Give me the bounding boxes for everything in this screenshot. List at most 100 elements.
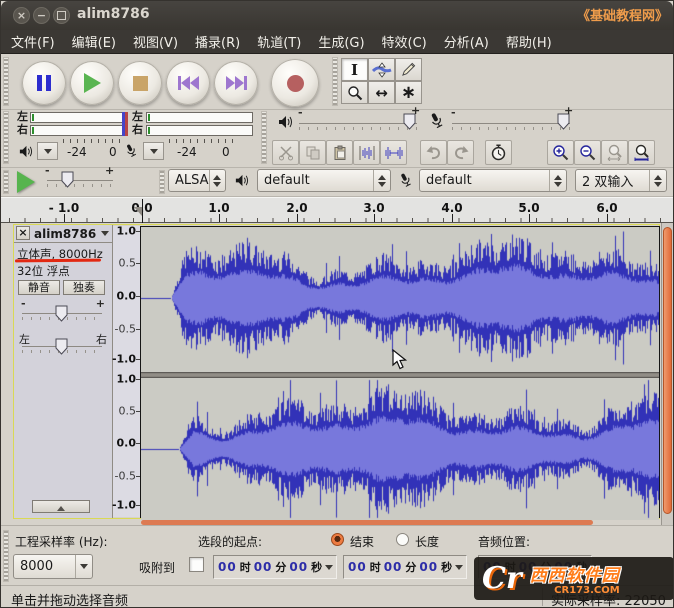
output-volume-slider-track[interactable]: [299, 123, 417, 130]
copy-button[interactable]: [299, 140, 326, 165]
menu-view[interactable]: 视图(V): [133, 32, 178, 51]
scale-label: 0.0: [117, 290, 137, 303]
watermark-site-url: CR173.COM: [530, 585, 620, 596]
scale-label: -1.0: [112, 499, 136, 512]
skip-to-start-button[interactable]: [166, 61, 210, 105]
scale-label: 0.0: [117, 437, 137, 450]
timeline-label: 5.0: [518, 201, 539, 215]
envelope-tool-button[interactable]: [368, 58, 395, 81]
zoom-out-button[interactable]: [574, 140, 601, 165]
meter-toolbar-grip[interactable]: [3, 111, 9, 164]
tools-toolbar-grip[interactable]: [332, 57, 338, 106]
multi-tool-button[interactable]: ∗: [395, 81, 422, 104]
undo-button[interactable]: [420, 140, 447, 165]
record-meter-dropdown-button[interactable]: [143, 142, 164, 160]
timeline-label: 1.0: [208, 201, 229, 215]
zoom-in-button[interactable]: [547, 140, 574, 165]
input-gain-min-label: -: [451, 108, 456, 117]
redo-button[interactable]: [447, 140, 474, 165]
time-shift-tool-button[interactable]: ↔: [368, 81, 395, 104]
record-meter-right-bar[interactable]: [146, 125, 253, 136]
play-meter-right-bar[interactable]: [30, 125, 123, 136]
menu-effect[interactable]: 特效(C): [382, 32, 427, 51]
zoom-in-icon: [552, 144, 569, 161]
track-close-button[interactable]: ×: [16, 226, 30, 240]
asterisk-icon: ∗: [401, 85, 416, 101]
stop-icon: [133, 76, 148, 91]
selection-end-field[interactable]: 00时 00分 00秒: [343, 555, 467, 579]
cut-button[interactable]: [272, 140, 299, 165]
vertical-scale-ruler[interactable]: 1.0 0.5 0.0 -0.5 -1.0 1.0 0.5 0.0 -0.5 -…: [113, 226, 140, 517]
brand-overlay-text: 《基础教程网》: [577, 5, 668, 24]
gain-slider-thumb[interactable]: [55, 305, 68, 322]
timeline-major-tick: [374, 214, 375, 222]
length-radio[interactable]: [396, 533, 409, 546]
play-at-speed-button[interactable]: [17, 171, 35, 193]
waveform-left-channel[interactable]: [141, 227, 659, 369]
skip-to-end-button[interactable]: [214, 61, 258, 105]
double-arrow-icon: ↔: [375, 84, 388, 102]
selection-start-field[interactable]: 00时 00分 00秒: [213, 555, 337, 579]
pause-button[interactable]: [22, 61, 66, 105]
play-button[interactable]: [70, 61, 114, 105]
waveform-right-channel[interactable]: [141, 378, 659, 520]
trim-audio-button[interactable]: [353, 140, 380, 165]
timeline-ruler[interactable]: - 1.0 0.0 1.0 2.0 3.0 4.0 5.0 6.0: [1, 197, 673, 223]
pan-slider-thumb[interactable]: [55, 338, 68, 355]
menu-analyze[interactable]: 分析(A): [444, 32, 489, 51]
record-meter-left-label: 左: [132, 111, 143, 123]
menu-file[interactable]: 文件(F): [11, 32, 55, 51]
speaker-icon: [18, 144, 33, 159]
audio-host-select[interactable]: ALSA: [168, 169, 226, 192]
menu-generate[interactable]: 生成(G): [318, 32, 364, 51]
end-radio[interactable]: [331, 533, 344, 546]
menu-transport[interactable]: 播录(R): [195, 32, 240, 51]
silence-audio-button[interactable]: [380, 140, 407, 165]
output-device-select[interactable]: default: [257, 169, 391, 192]
transport-toolbar-grip[interactable]: [3, 57, 9, 106]
play-meter-left-bar[interactable]: [30, 112, 123, 123]
selection-tool-button[interactable]: I: [341, 58, 368, 81]
solo-button[interactable]: 独奏: [63, 280, 105, 295]
vertical-scrollbar-thumb[interactable]: [663, 227, 672, 514]
chevron-down-icon[interactable]: [455, 565, 463, 570]
transcription-toolbar-grip[interactable]: [3, 170, 9, 194]
project-rate-select[interactable]: 8000: [13, 554, 93, 579]
fast-forward-icon: [226, 76, 247, 90]
track-menu-chevron-icon[interactable]: [101, 231, 109, 236]
stop-button[interactable]: [118, 61, 162, 105]
device-toolbar-grip[interactable]: [159, 170, 165, 194]
input-gain-slider-track[interactable]: [452, 123, 570, 130]
stereo-track-waveform[interactable]: [140, 226, 660, 518]
zoom-tool-button[interactable]: [341, 81, 368, 104]
track-sample-format-info: 32位 浮点: [17, 263, 70, 279]
menu-tracks[interactable]: 轨道(T): [257, 32, 301, 51]
fit-selection-button[interactable]: [601, 140, 628, 165]
rewind-icon: [178, 76, 199, 90]
mute-button[interactable]: 静音: [18, 280, 60, 295]
snap-to-checkbox[interactable]: [189, 557, 204, 572]
play-meter-dropdown-button[interactable]: [37, 142, 58, 160]
speed-slider-track[interactable]: [47, 180, 113, 187]
menu-help[interactable]: 帮助(H): [506, 32, 552, 51]
input-channels-select[interactable]: 2 双输入: [575, 169, 667, 192]
paste-button[interactable]: [326, 140, 353, 165]
record-meter-left-bar[interactable]: [146, 112, 253, 123]
close-window-button[interactable]: ×: [13, 7, 30, 24]
track-collapse-button[interactable]: [32, 500, 90, 513]
vertical-scrollbar[interactable]: [661, 223, 673, 525]
play-meter-left-label: 左: [17, 111, 28, 123]
minimize-window-button[interactable]: −: [33, 7, 50, 24]
selection-toolbar-grip[interactable]: [3, 530, 9, 582]
input-device-select[interactable]: default: [419, 169, 567, 192]
chevron-down-icon[interactable]: [325, 565, 333, 570]
fit-project-button[interactable]: [628, 140, 655, 165]
menu-edit[interactable]: 编辑(E): [72, 32, 116, 51]
maximize-window-button[interactable]: [53, 7, 70, 24]
sync-lock-button[interactable]: [485, 140, 512, 165]
record-button[interactable]: [271, 59, 319, 107]
track-title[interactable]: alim8786: [34, 227, 96, 241]
speed-slider-thumb[interactable]: [61, 171, 74, 188]
draw-tool-button[interactable]: [395, 58, 422, 81]
mixer-toolbar-grip[interactable]: [261, 111, 267, 164]
